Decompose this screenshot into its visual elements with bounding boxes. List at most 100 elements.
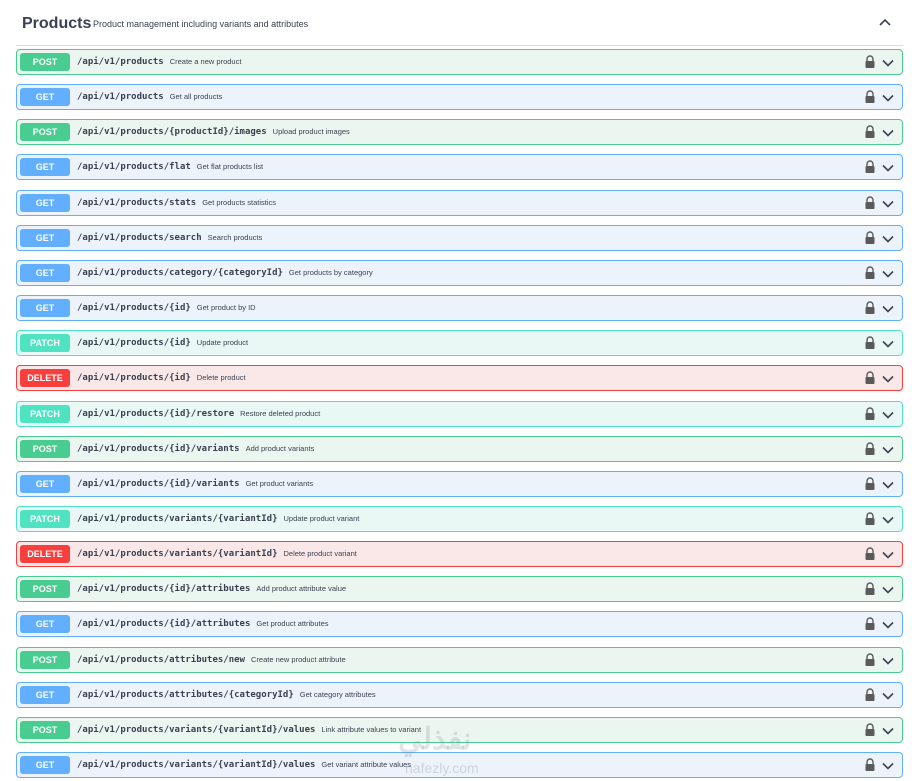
lock-icon[interactable] [864, 160, 876, 174]
chevron-down-icon[interactable] [880, 688, 896, 704]
method-badge: GET [20, 158, 70, 176]
operation-row[interactable]: DELETE/api/v1/products/variants/{variant… [16, 541, 903, 567]
lock-icon[interactable] [864, 512, 876, 526]
operation-path: /api/v1/products/variants/{variantId}/va… [77, 725, 421, 735]
operation-path: /api/v1/products/{id}/attributes Add prod… [77, 584, 346, 594]
chevron-down-icon[interactable] [880, 582, 896, 598]
operation-summary: Update product variant [283, 514, 360, 523]
operation-summary: Get product by ID [196, 303, 256, 312]
operation-row[interactable]: POST/api/v1/products Create a new product [16, 49, 903, 75]
chevron-down-icon[interactable] [880, 617, 896, 633]
operation-row[interactable]: POST/api/v1/products/{id}/attributes Add … [16, 576, 903, 602]
lock-icon[interactable] [864, 688, 876, 702]
chevron-down-icon[interactable] [880, 55, 896, 71]
chevron-down-icon[interactable] [880, 512, 896, 528]
chevron-down-icon[interactable] [880, 160, 896, 176]
chevron-down-icon[interactable] [880, 196, 896, 212]
lock-icon[interactable] [864, 55, 876, 69]
operation-path: /api/v1/products/variants/{variantId} Upd… [77, 514, 359, 524]
operation-summary: Create new product attribute [250, 655, 346, 664]
chevron-down-icon[interactable] [880, 125, 896, 141]
lock-icon[interactable] [864, 477, 876, 491]
chevron-down-icon[interactable] [880, 407, 896, 423]
operation-path: /api/v1/products/category/{categoryId} Ge… [77, 268, 373, 278]
operation-path: /api/v1/products/search Search products [77, 233, 262, 243]
operation-path-text: /api/v1/products/attributes/{categoryId} [77, 690, 294, 700]
operation-row[interactable]: DELETE/api/v1/products/{id} Delete produc… [16, 365, 903, 391]
operation-path-text: /api/v1/products/variants/{variantId}/va… [77, 760, 316, 770]
chevron-down-icon[interactable] [880, 371, 896, 387]
products-tag-header[interactable]: Products Product management including va… [16, 0, 903, 46]
operation-path: /api/v1/products Get all products [77, 92, 222, 102]
chevron-down-icon[interactable] [880, 266, 896, 282]
operation-row[interactable]: GET/api/v1/products/{id}/attributes Get p… [16, 611, 903, 637]
lock-icon[interactable] [864, 758, 876, 772]
operation-row[interactable]: GET/api/v1/products/category/{categoryId… [16, 260, 903, 286]
operation-row[interactable]: GET/api/v1/products/flat Get flat product… [16, 154, 903, 180]
chevron-down-icon[interactable] [880, 231, 896, 247]
chevron-down-icon[interactable] [880, 477, 896, 493]
lock-icon[interactable] [864, 723, 876, 737]
lock-icon[interactable] [864, 582, 876, 596]
operation-row[interactable]: PATCH/api/v1/products/{id}/restore Restor… [16, 401, 903, 427]
method-badge: GET [20, 615, 70, 633]
operation-row[interactable]: PATCH/api/v1/products/variants/{variantI… [16, 506, 903, 532]
operation-path-text: /api/v1/products/flat [77, 162, 191, 172]
operation-row[interactable]: GET/api/v1/products/{id}/variants Get pro… [16, 471, 903, 497]
operation-row[interactable]: POST/api/v1/products/{productId}/images U… [16, 119, 903, 145]
method-badge: GET [20, 229, 70, 247]
operation-path-text: /api/v1/products/{id} [77, 338, 191, 348]
operation-path-text: /api/v1/products/{id}/attributes [77, 619, 251, 629]
operation-row[interactable]: PATCH/api/v1/products/{id} Update product [16, 330, 903, 356]
operation-row[interactable]: POST/api/v1/products/{id}/variants Add pr… [16, 436, 903, 462]
operation-summary: Create a new product [169, 57, 242, 66]
operation-path: /api/v1/products/flat Get flat products l… [77, 162, 263, 172]
operation-path-text: /api/v1/products/{id}/restore [77, 409, 235, 419]
chevron-down-icon[interactable] [880, 547, 896, 563]
chevron-down-icon[interactable] [880, 90, 896, 106]
chevron-up-icon[interactable] [877, 14, 893, 30]
chevron-down-icon[interactable] [880, 653, 896, 669]
lock-icon[interactable] [864, 336, 876, 350]
chevron-down-icon[interactable] [880, 723, 896, 739]
lock-icon[interactable] [864, 653, 876, 667]
lock-icon[interactable] [864, 547, 876, 561]
lock-icon[interactable] [864, 371, 876, 385]
operation-path: /api/v1/products/{id}/attributes Get prod… [77, 619, 329, 629]
lock-icon[interactable] [864, 407, 876, 421]
lock-icon[interactable] [864, 90, 876, 104]
operation-path-text: /api/v1/products [77, 57, 164, 67]
operation-row[interactable]: GET/api/v1/products/{id} Get product by I… [16, 295, 903, 321]
chevron-down-icon[interactable] [880, 442, 896, 458]
operation-row[interactable]: GET/api/v1/products/stats Get products st… [16, 190, 903, 216]
operation-row[interactable]: GET/api/v1/products/search Search product… [16, 225, 903, 251]
chevron-down-icon[interactable] [880, 758, 896, 774]
operation-path-text: /api/v1/products/{id} [77, 303, 191, 313]
operation-path: /api/v1/products/variants/{variantId} Del… [77, 549, 357, 559]
lock-icon[interactable] [864, 617, 876, 631]
method-badge: POST [20, 721, 70, 739]
operation-summary: Get flat products list [196, 162, 264, 171]
method-badge: POST [20, 651, 70, 669]
lock-icon[interactable] [864, 442, 876, 456]
chevron-down-icon[interactable] [880, 336, 896, 352]
method-badge: DELETE [20, 369, 70, 387]
operation-path-text: /api/v1/products/{id}/variants [77, 444, 240, 454]
operation-summary: Get product variants [245, 479, 314, 488]
lock-icon[interactable] [864, 266, 876, 280]
method-badge: GET [20, 194, 70, 212]
operation-row[interactable]: POST/api/v1/products/attributes/new Creat… [16, 647, 903, 673]
lock-icon[interactable] [864, 125, 876, 139]
lock-icon[interactable] [864, 231, 876, 245]
chevron-down-icon[interactable] [880, 301, 896, 317]
operation-path: /api/v1/products/variants/{variantId}/va… [77, 760, 411, 770]
operation-summary: Update product [196, 338, 249, 347]
operation-path-text: /api/v1/products/search [77, 233, 202, 243]
lock-icon[interactable] [864, 301, 876, 315]
method-badge: GET [20, 264, 70, 282]
watermark-logo: نفذلي [398, 723, 472, 756]
operation-row[interactable]: GET/api/v1/products Get all products [16, 84, 903, 110]
operation-path-text: /api/v1/products [77, 92, 164, 102]
lock-icon[interactable] [864, 196, 876, 210]
operation-row[interactable]: GET/api/v1/products/attributes/{category… [16, 682, 903, 708]
